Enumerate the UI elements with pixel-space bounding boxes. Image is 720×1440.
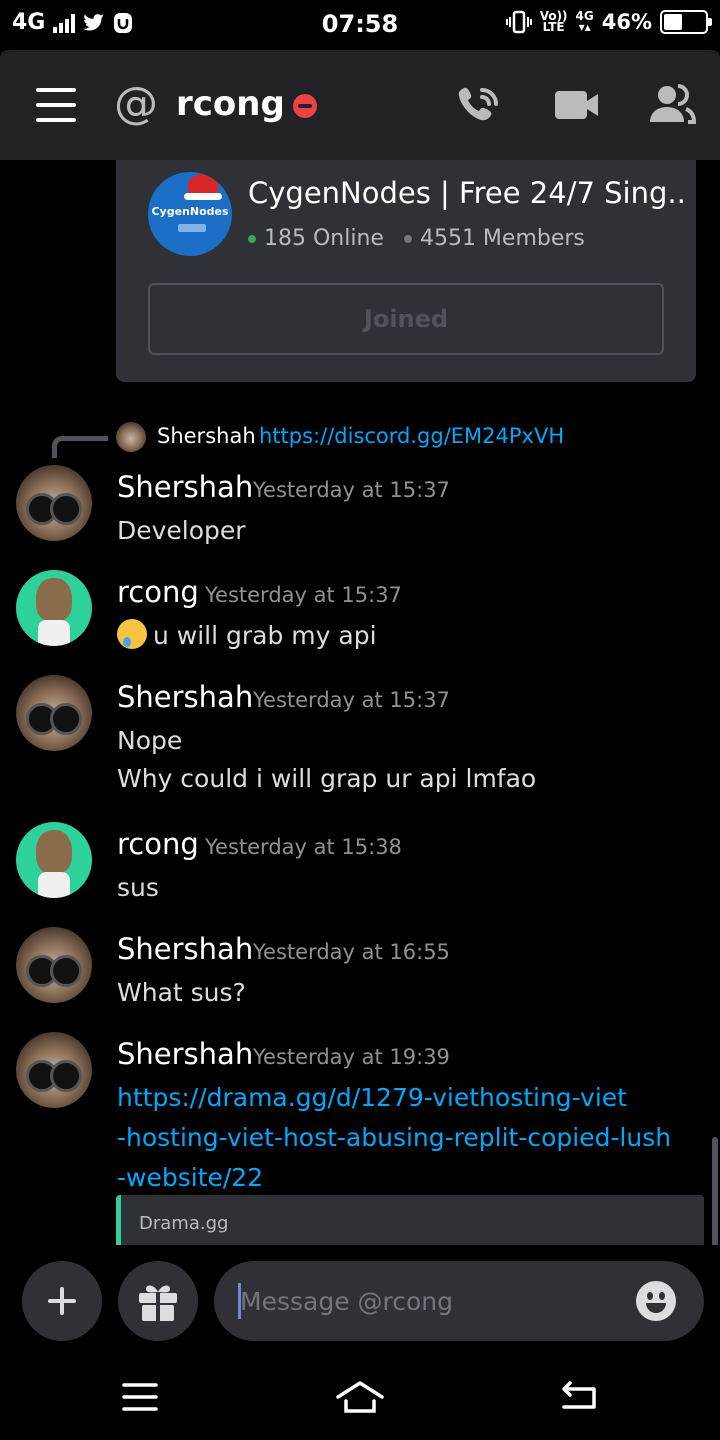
message-text: Developer <box>117 516 246 545</box>
message-link[interactable]: -hosting-viet-host-abusing-replit-copied… <box>117 1119 671 1157</box>
server-icon[interactable]: CygenNodes <box>148 172 232 256</box>
message-list[interactable]: CygenNodes CygenNodes | Free 24/7 Sing..… <box>0 160 720 1245</box>
message-timestamp: Yesterday at 19:39 <box>253 1045 450 1069</box>
message-text: u will grab my api <box>117 617 377 655</box>
santa-hat-icon <box>184 174 222 200</box>
server-name: CygenNodes | Free 24/7 Sing.. <box>248 176 686 210</box>
message-timestamp: Yesterday at 15:37 <box>205 583 402 607</box>
back-icon[interactable] <box>548 1375 608 1419</box>
reply-avatar[interactable] <box>116 422 146 452</box>
message-text: sus <box>117 873 159 902</box>
recent-apps-icon[interactable] <box>110 1375 170 1419</box>
server-stats: 185 Online 4551 Members <box>248 226 585 251</box>
message-timestamp: Yesterday at 15:37 <box>253 688 450 712</box>
channel-header: @ rcong <box>0 50 720 160</box>
avatar[interactable] <box>16 927 92 1003</box>
battery-icon <box>660 10 712 34</box>
emoji-icon[interactable] <box>636 1281 676 1321</box>
message-text: Why could i will grap ur api lmfao <box>117 764 537 793</box>
avatar[interactable] <box>16 675 92 751</box>
video-camera-icon[interactable] <box>553 82 601 128</box>
scrollbar[interactable] <box>712 1137 718 1245</box>
home-icon[interactable] <box>330 1375 390 1419</box>
battery-percent: 46% <box>601 10 652 34</box>
message-link[interactable]: -website/22 <box>117 1159 263 1197</box>
message-author[interactable]: Shershah <box>117 470 253 504</box>
gift-icon[interactable] <box>118 1261 198 1341</box>
avatar[interactable] <box>16 822 92 898</box>
hamburger-menu-icon[interactable] <box>36 88 76 122</box>
do-not-disturb-icon <box>293 94 317 118</box>
volte-indicator: Vo)) LTE <box>539 9 568 34</box>
members-dot-icon <box>403 234 412 243</box>
joined-button[interactable]: Joined <box>148 283 664 355</box>
embed-provider[interactable]: Drama.gg <box>139 1213 228 1234</box>
plus-icon[interactable] <box>22 1261 102 1341</box>
message-text: Nope <box>117 726 183 755</box>
online-count: 185 Online <box>264 226 384 251</box>
avatar[interactable] <box>16 1032 92 1108</box>
channel-title[interactable]: rcong <box>176 84 285 124</box>
members-icon[interactable] <box>648 82 696 128</box>
reply-content[interactable]: https://discord.gg/EM24PxVH <box>259 424 564 448</box>
at-icon: @ <box>114 78 158 129</box>
message-author[interactable]: rcong <box>117 827 199 861</box>
text-cursor <box>238 1283 241 1319</box>
avatar[interactable] <box>16 465 92 541</box>
online-dot-icon <box>248 234 256 243</box>
message-timestamp: Yesterday at 15:38 <box>205 835 402 859</box>
message-link[interactable]: https://drama.gg/d/1279-viethosting-viet <box>117 1079 627 1117</box>
message-author[interactable]: Shershah <box>117 680 253 714</box>
data-indicator: 4G ▾▴ <box>575 9 594 34</box>
member-count: 4551 Members <box>419 226 585 251</box>
system-navigation-bar <box>0 1355 720 1440</box>
server-invite-card: CygenNodes CygenNodes | Free 24/7 Sing..… <box>116 160 696 382</box>
message-input[interactable] <box>214 1261 704 1341</box>
message-timestamp: Yesterday at 16:55 <box>253 940 450 964</box>
message-composer <box>0 1245 720 1355</box>
message-author[interactable]: Shershah <box>117 1037 253 1071</box>
phone-call-icon[interactable] <box>456 82 504 128</box>
message-author[interactable]: rcong <box>117 575 199 609</box>
status-bar: 4G 07:58 Vo)) LTE 4G ▾▴ 46% <box>0 0 720 50</box>
message-author[interactable]: Shershah <box>117 932 253 966</box>
avatar[interactable] <box>16 570 92 646</box>
link-embed[interactable]: Drama.gg <box>116 1195 704 1245</box>
message-text: What sus? <box>117 978 246 1007</box>
reply-connector <box>52 436 108 458</box>
reply-author[interactable]: Shershah <box>157 424 256 448</box>
message-timestamp: Yesterday at 15:37 <box>253 478 450 502</box>
crying-face-icon <box>117 619 147 649</box>
vibrate-icon <box>505 10 532 34</box>
